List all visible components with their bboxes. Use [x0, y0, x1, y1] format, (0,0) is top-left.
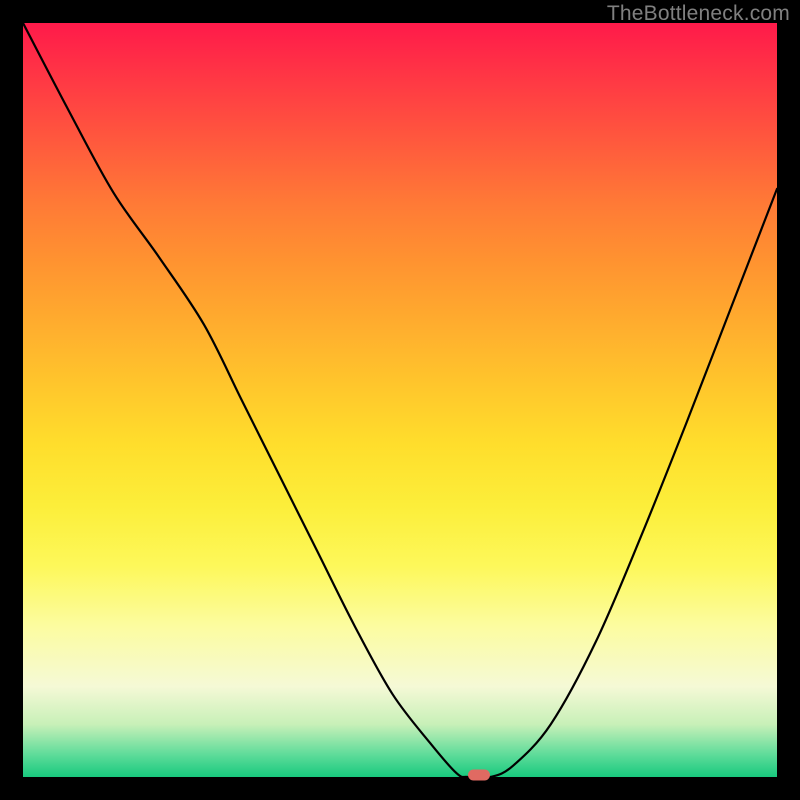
curve-path [23, 23, 777, 777]
bottleneck-curve [23, 23, 777, 777]
watermark-text: TheBottleneck.com [607, 2, 790, 26]
optimal-marker [468, 769, 490, 780]
plot-area [23, 23, 777, 777]
chart-frame: TheBottleneck.com [0, 0, 800, 800]
